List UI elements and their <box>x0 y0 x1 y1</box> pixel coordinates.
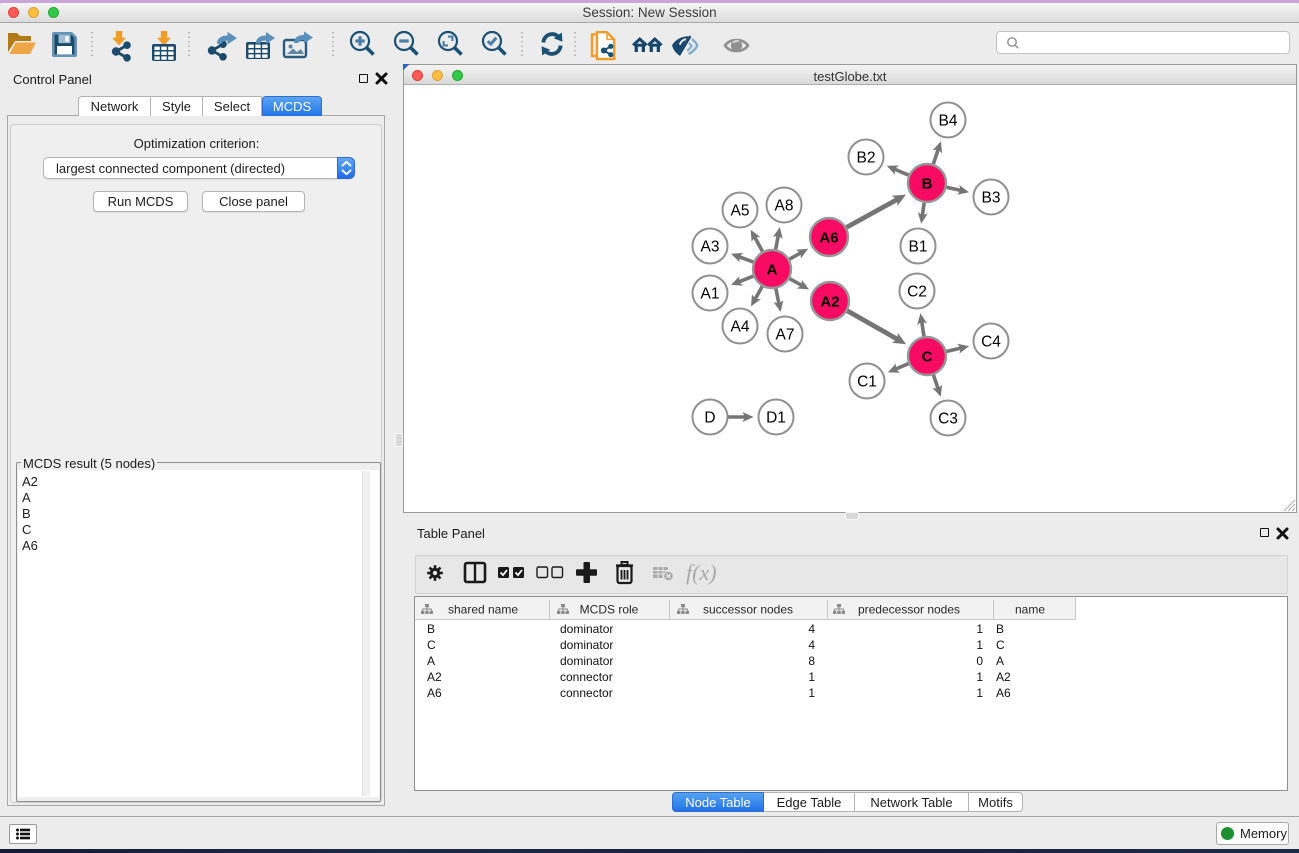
svg-text:0: 0 <box>976 654 983 668</box>
svg-text:4: 4 <box>808 638 815 652</box>
svg-text:C2: C2 <box>907 284 927 301</box>
svg-text:A8: A8 <box>775 198 794 215</box>
svg-text:1: 1 <box>976 686 983 700</box>
svg-text:1: 1 <box>808 686 815 700</box>
svg-text:A6: A6 <box>819 230 838 247</box>
svg-text:1: 1 <box>976 670 983 684</box>
svg-text:B: B <box>427 622 435 636</box>
svg-text:1: 1 <box>976 622 983 636</box>
svg-text:1: 1 <box>808 670 815 684</box>
svg-text:A7: A7 <box>776 327 795 344</box>
svg-text:A2: A2 <box>996 670 1011 684</box>
svg-text:C1: C1 <box>857 374 877 391</box>
svg-text:1: 1 <box>976 638 983 652</box>
svg-text:4: 4 <box>808 622 815 636</box>
svg-text:A2: A2 <box>427 670 442 684</box>
svg-text:C: C <box>996 638 1005 652</box>
svg-text:successor nodes: successor nodes <box>703 603 793 617</box>
svg-text:shared name: shared name <box>448 603 518 617</box>
svg-text:dominator: dominator <box>560 654 613 668</box>
svg-text:f(x): f(x) <box>686 560 717 585</box>
svg-text:A: A <box>427 654 435 668</box>
svg-text:A6: A6 <box>427 686 442 700</box>
svg-text:dominator: dominator <box>560 638 613 652</box>
svg-text:connector: connector <box>560 686 613 700</box>
svg-text:A: A <box>767 262 778 279</box>
svg-text:A5: A5 <box>731 203 750 220</box>
svg-text:A3: A3 <box>701 239 720 256</box>
svg-text:MCDS role: MCDS role <box>580 603 639 617</box>
svg-text:D1: D1 <box>766 410 786 427</box>
svg-text:A6: A6 <box>996 686 1011 700</box>
svg-text:name: name <box>1015 603 1045 617</box>
svg-text:C: C <box>922 349 933 366</box>
svg-text:A1: A1 <box>701 286 720 303</box>
svg-text:C4: C4 <box>981 334 1001 351</box>
svg-text:connector: connector <box>560 670 613 684</box>
svg-text:predecessor nodes: predecessor nodes <box>858 603 960 617</box>
svg-text:C3: C3 <box>938 411 958 428</box>
svg-text:8: 8 <box>808 654 815 668</box>
svg-text:B3: B3 <box>982 190 1001 207</box>
svg-text:A: A <box>996 654 1004 668</box>
svg-text:B: B <box>996 622 1004 636</box>
svg-text:dominator: dominator <box>560 622 613 636</box>
svg-text:C: C <box>427 638 436 652</box>
svg-text:A2: A2 <box>820 294 839 311</box>
svg-text:B4: B4 <box>939 113 958 130</box>
svg-text:B: B <box>922 176 933 193</box>
svg-text:B1: B1 <box>909 239 928 256</box>
svg-text:B2: B2 <box>857 150 876 167</box>
svg-text:D: D <box>704 410 715 427</box>
svg-text:A4: A4 <box>731 319 750 336</box>
